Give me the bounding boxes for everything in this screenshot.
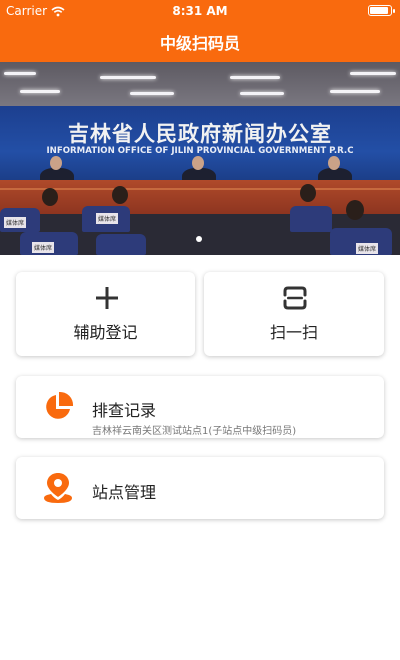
- banner-carousel[interactable]: 吉林省人民政府新闻办公室 INFORMATION OFFICE OF JILIN…: [0, 62, 400, 255]
- site-management-title: 站点管理: [92, 483, 157, 502]
- banner-desk: [0, 180, 400, 214]
- records-subtitle: 吉林祥云南关区测试站点1(子站点中级扫码员): [92, 426, 297, 437]
- banner-backdrop-subtitle: INFORMATION OFFICE OF JILIN PROVINCIAL G…: [46, 146, 354, 156]
- records-title: 排查记录: [92, 401, 157, 420]
- pie-chart-icon: [46, 391, 74, 419]
- media-seat-sign: 媒体席: [356, 243, 379, 254]
- location-pin-icon: [44, 473, 72, 503]
- assist-register-button[interactable]: 辅助登记: [16, 272, 195, 356]
- battery-icon: [368, 5, 395, 16]
- plus-icon: [96, 287, 118, 309]
- media-seat-sign: 媒体席: [32, 242, 55, 253]
- scan-label: 扫一扫: [269, 323, 318, 342]
- banner-ceiling: [0, 62, 400, 106]
- assist-register-label: 辅助登记: [73, 323, 138, 342]
- carousel-page-indicator[interactable]: [196, 236, 202, 242]
- status-bar: Carrier 8:31 AM: [0, 0, 400, 22]
- media-seat-sign: 媒体席: [4, 217, 27, 228]
- records-card[interactable]: 排查记录 吉林祥云南关区测试站点1(子站点中级扫码员): [16, 376, 384, 438]
- page-title: 中级扫码员: [159, 34, 240, 53]
- banner-backdrop-title: 吉林省人民政府新闻办公室: [68, 121, 332, 146]
- scan-icon: [283, 286, 307, 310]
- media-seat-sign: 媒体席: [96, 213, 119, 224]
- site-management-card[interactable]: 站点管理: [16, 457, 384, 519]
- scan-button[interactable]: 扫一扫: [204, 272, 384, 356]
- status-time: 8:31 AM: [172, 4, 228, 18]
- app-header: Carrier 8:31 AM 中级扫码员: [0, 0, 400, 62]
